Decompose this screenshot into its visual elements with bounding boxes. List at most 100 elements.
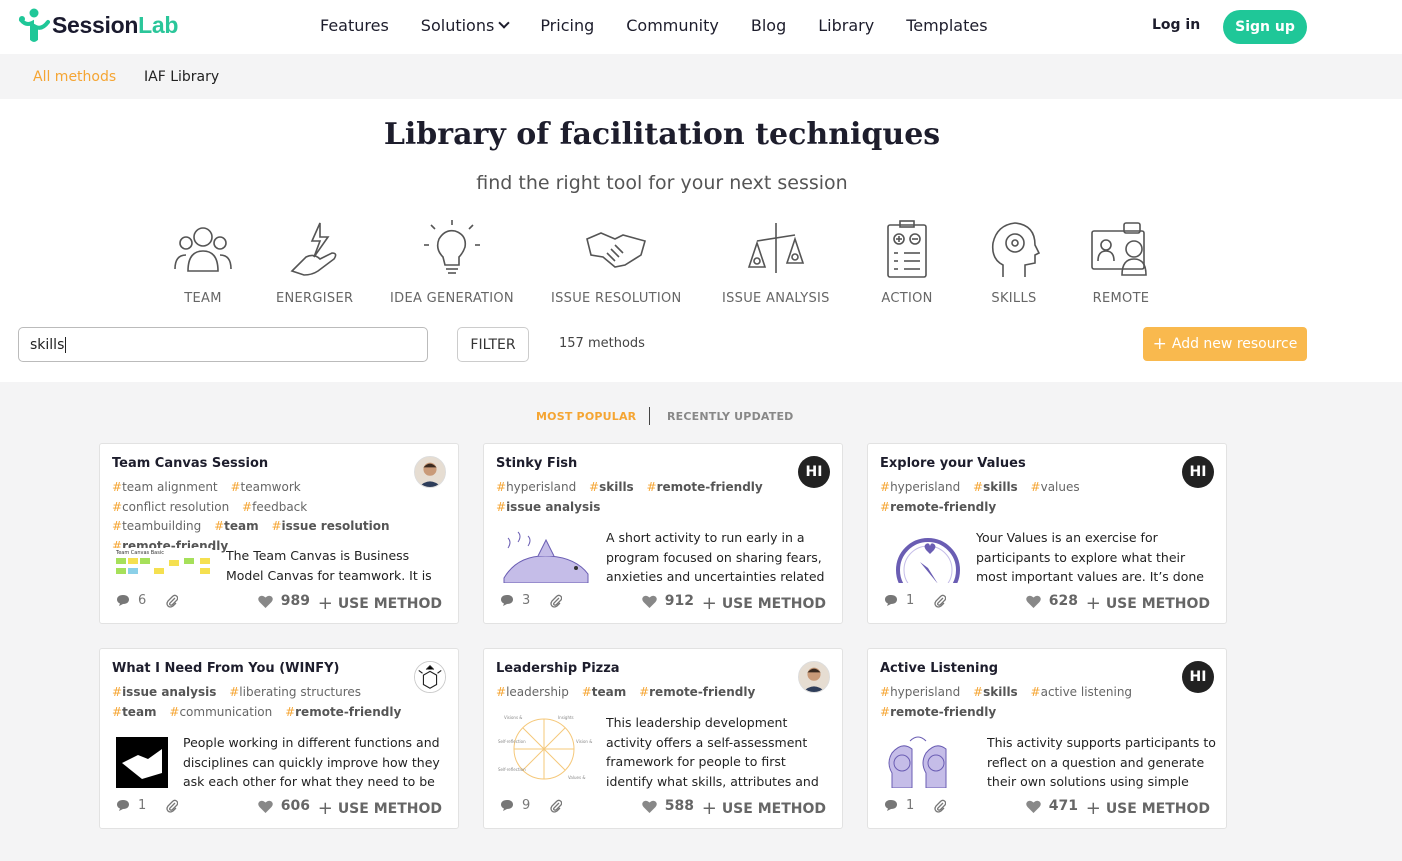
method-title[interactable]: Leadership Pizza <box>496 661 620 676</box>
use-method-button[interactable]: + USE METHOD <box>318 798 442 819</box>
likes[interactable]: 912 <box>642 593 694 609</box>
tag[interactable]: #remote-friendly <box>639 685 755 699</box>
likes[interactable]: 606 <box>258 798 310 814</box>
tag[interactable]: #remote-friendly <box>647 480 763 494</box>
nav-solutions[interactable]: Solutions <box>421 16 510 35</box>
tag[interactable]: #team <box>582 685 627 699</box>
login-link[interactable]: Log in <box>1152 17 1200 33</box>
method-thumbnail[interactable] <box>112 733 172 788</box>
method-title[interactable]: Stinky Fish <box>496 456 577 471</box>
tag[interactable]: #skills <box>589 480 634 494</box>
sessionlab-logo[interactable]: SessionLab <box>18 8 178 42</box>
author-avatar[interactable]: HI <box>1182 456 1214 488</box>
comments[interactable]: 9 <box>500 798 530 813</box>
likes[interactable]: 588 <box>642 798 694 814</box>
tag[interactable]: #remote-friendly <box>285 705 401 719</box>
tag[interactable]: #skills <box>973 685 1018 699</box>
nav-blog[interactable]: Blog <box>751 16 786 35</box>
use-method-button[interactable]: + USE METHOD <box>1086 798 1210 819</box>
category-skills[interactable]: SKILLS <box>983 219 1045 306</box>
search-input[interactable]: skills <box>18 327 428 362</box>
tag[interactable]: #feedback <box>242 500 307 514</box>
nav-templates[interactable]: Templates <box>906 16 987 35</box>
tag[interactable]: #teambuilding <box>112 519 201 533</box>
sort-recently-updated[interactable]: RECENTLY UPDATED <box>667 410 794 423</box>
author-avatar[interactable]: HI <box>798 456 830 488</box>
category-energiser[interactable]: ENERGISER <box>276 219 353 306</box>
method-card[interactable]: Explore your Values HI #hyperisland #ski… <box>867 443 1227 624</box>
likes[interactable]: 628 <box>1026 593 1078 609</box>
method-card[interactable]: Stinky Fish HI #hyperisland #skills #rem… <box>483 443 843 624</box>
method-title[interactable]: What I Need From You (WINFY) <box>112 661 339 676</box>
attachment-icon[interactable] <box>934 799 947 817</box>
method-card[interactable]: Team Canvas Session #team alignment #tea… <box>99 443 459 624</box>
method-title[interactable]: Team Canvas Session <box>112 456 268 471</box>
use-method-button[interactable]: + USE METHOD <box>702 593 826 614</box>
attachment-icon[interactable] <box>166 594 179 612</box>
category-remote[interactable]: REMOTE <box>1090 219 1152 306</box>
tag[interactable]: #conflict resolution <box>112 500 229 514</box>
nav-features[interactable]: Features <box>320 16 389 35</box>
tab-iaf-library[interactable]: IAF Library <box>144 69 219 85</box>
tag[interactable]: #values <box>1031 480 1080 494</box>
tag[interactable]: #remote-friendly <box>880 500 996 514</box>
tag[interactable]: #hyperisland <box>880 685 960 699</box>
add-new-resource-button[interactable]: + Add new resource <box>1143 327 1307 361</box>
tag[interactable]: #hyperisland <box>880 480 960 494</box>
category-idea-generation[interactable]: IDEA GENERATION <box>390 219 514 306</box>
tag[interactable]: #skills <box>973 480 1018 494</box>
attachment-icon[interactable] <box>550 799 563 817</box>
tag[interactable]: #hyperisland <box>496 480 576 494</box>
tag[interactable]: #issue resolution <box>271 519 389 533</box>
author-avatar[interactable] <box>798 661 830 693</box>
method-thumbnail[interactable] <box>498 528 594 583</box>
method-title[interactable]: Active Listening <box>880 661 998 676</box>
method-thumbnail[interactable] <box>882 528 978 583</box>
method-card[interactable]: Active Listening HI #hyperisland #skills… <box>867 648 1227 829</box>
nav-library[interactable]: Library <box>818 16 874 35</box>
category-issue-resolution[interactable]: ISSUE RESOLUTION <box>551 219 682 306</box>
author-avatar[interactable] <box>414 661 446 693</box>
author-avatar[interactable]: HI <box>1182 661 1214 693</box>
tag[interactable]: #active listening <box>1031 685 1133 699</box>
signup-button[interactable]: Sign up <box>1223 10 1307 44</box>
comments[interactable]: 6 <box>116 593 146 608</box>
comments[interactable]: 1 <box>116 798 146 813</box>
sort-most-popular[interactable]: MOST POPULAR <box>536 410 636 423</box>
method-title[interactable]: Explore your Values <box>880 456 1026 471</box>
comments[interactable]: 1 <box>884 798 914 813</box>
use-method-button[interactable]: + USE METHOD <box>318 593 442 614</box>
filter-button[interactable]: FILTER <box>457 327 529 362</box>
method-thumbnail[interactable] <box>882 733 978 788</box>
tag[interactable]: #communication <box>169 705 272 719</box>
nav-pricing[interactable]: Pricing <box>540 16 594 35</box>
category-action[interactable]: ACTION <box>876 219 938 306</box>
category-issue-analysis[interactable]: ISSUE ANALYSIS <box>722 219 830 306</box>
attachment-icon[interactable] <box>166 799 179 817</box>
method-thumbnail[interactable]: Team Canvas Basic <box>114 548 212 578</box>
tag[interactable]: #remote-friendly <box>880 705 996 719</box>
nav-community[interactable]: Community <box>626 16 719 35</box>
attachment-icon[interactable] <box>550 594 563 612</box>
tag[interactable]: #teamwork <box>230 480 300 494</box>
tab-all-methods[interactable]: All methods <box>33 69 116 85</box>
tag[interactable]: #team <box>214 519 259 533</box>
tag[interactable]: #liberating structures <box>229 685 361 699</box>
comments[interactable]: 1 <box>884 593 914 608</box>
use-method-button[interactable]: + USE METHOD <box>1086 593 1210 614</box>
tag[interactable]: #team alignment <box>112 480 218 494</box>
method-thumbnail[interactable]: Visions & Insights Self-reflection Vision &… <box>498 713 594 788</box>
method-card[interactable]: Leadership Pizza #leadership #team #remo… <box>483 648 843 829</box>
tag[interactable]: #issue analysis <box>496 500 600 514</box>
likes[interactable]: 989 <box>258 593 310 609</box>
tag[interactable]: #leadership <box>496 685 569 699</box>
attachment-icon[interactable] <box>934 594 947 612</box>
method-card[interactable]: What I Need From You (WINFY) #issue anal… <box>99 648 459 829</box>
use-method-button[interactable]: + USE METHOD <box>702 798 826 819</box>
tag[interactable]: #team <box>112 705 157 719</box>
category-team[interactable]: TEAM <box>172 219 234 306</box>
tag[interactable]: #issue analysis <box>112 685 216 699</box>
likes[interactable]: 471 <box>1026 798 1078 814</box>
comments[interactable]: 3 <box>500 593 530 608</box>
author-avatar[interactable] <box>414 456 446 488</box>
